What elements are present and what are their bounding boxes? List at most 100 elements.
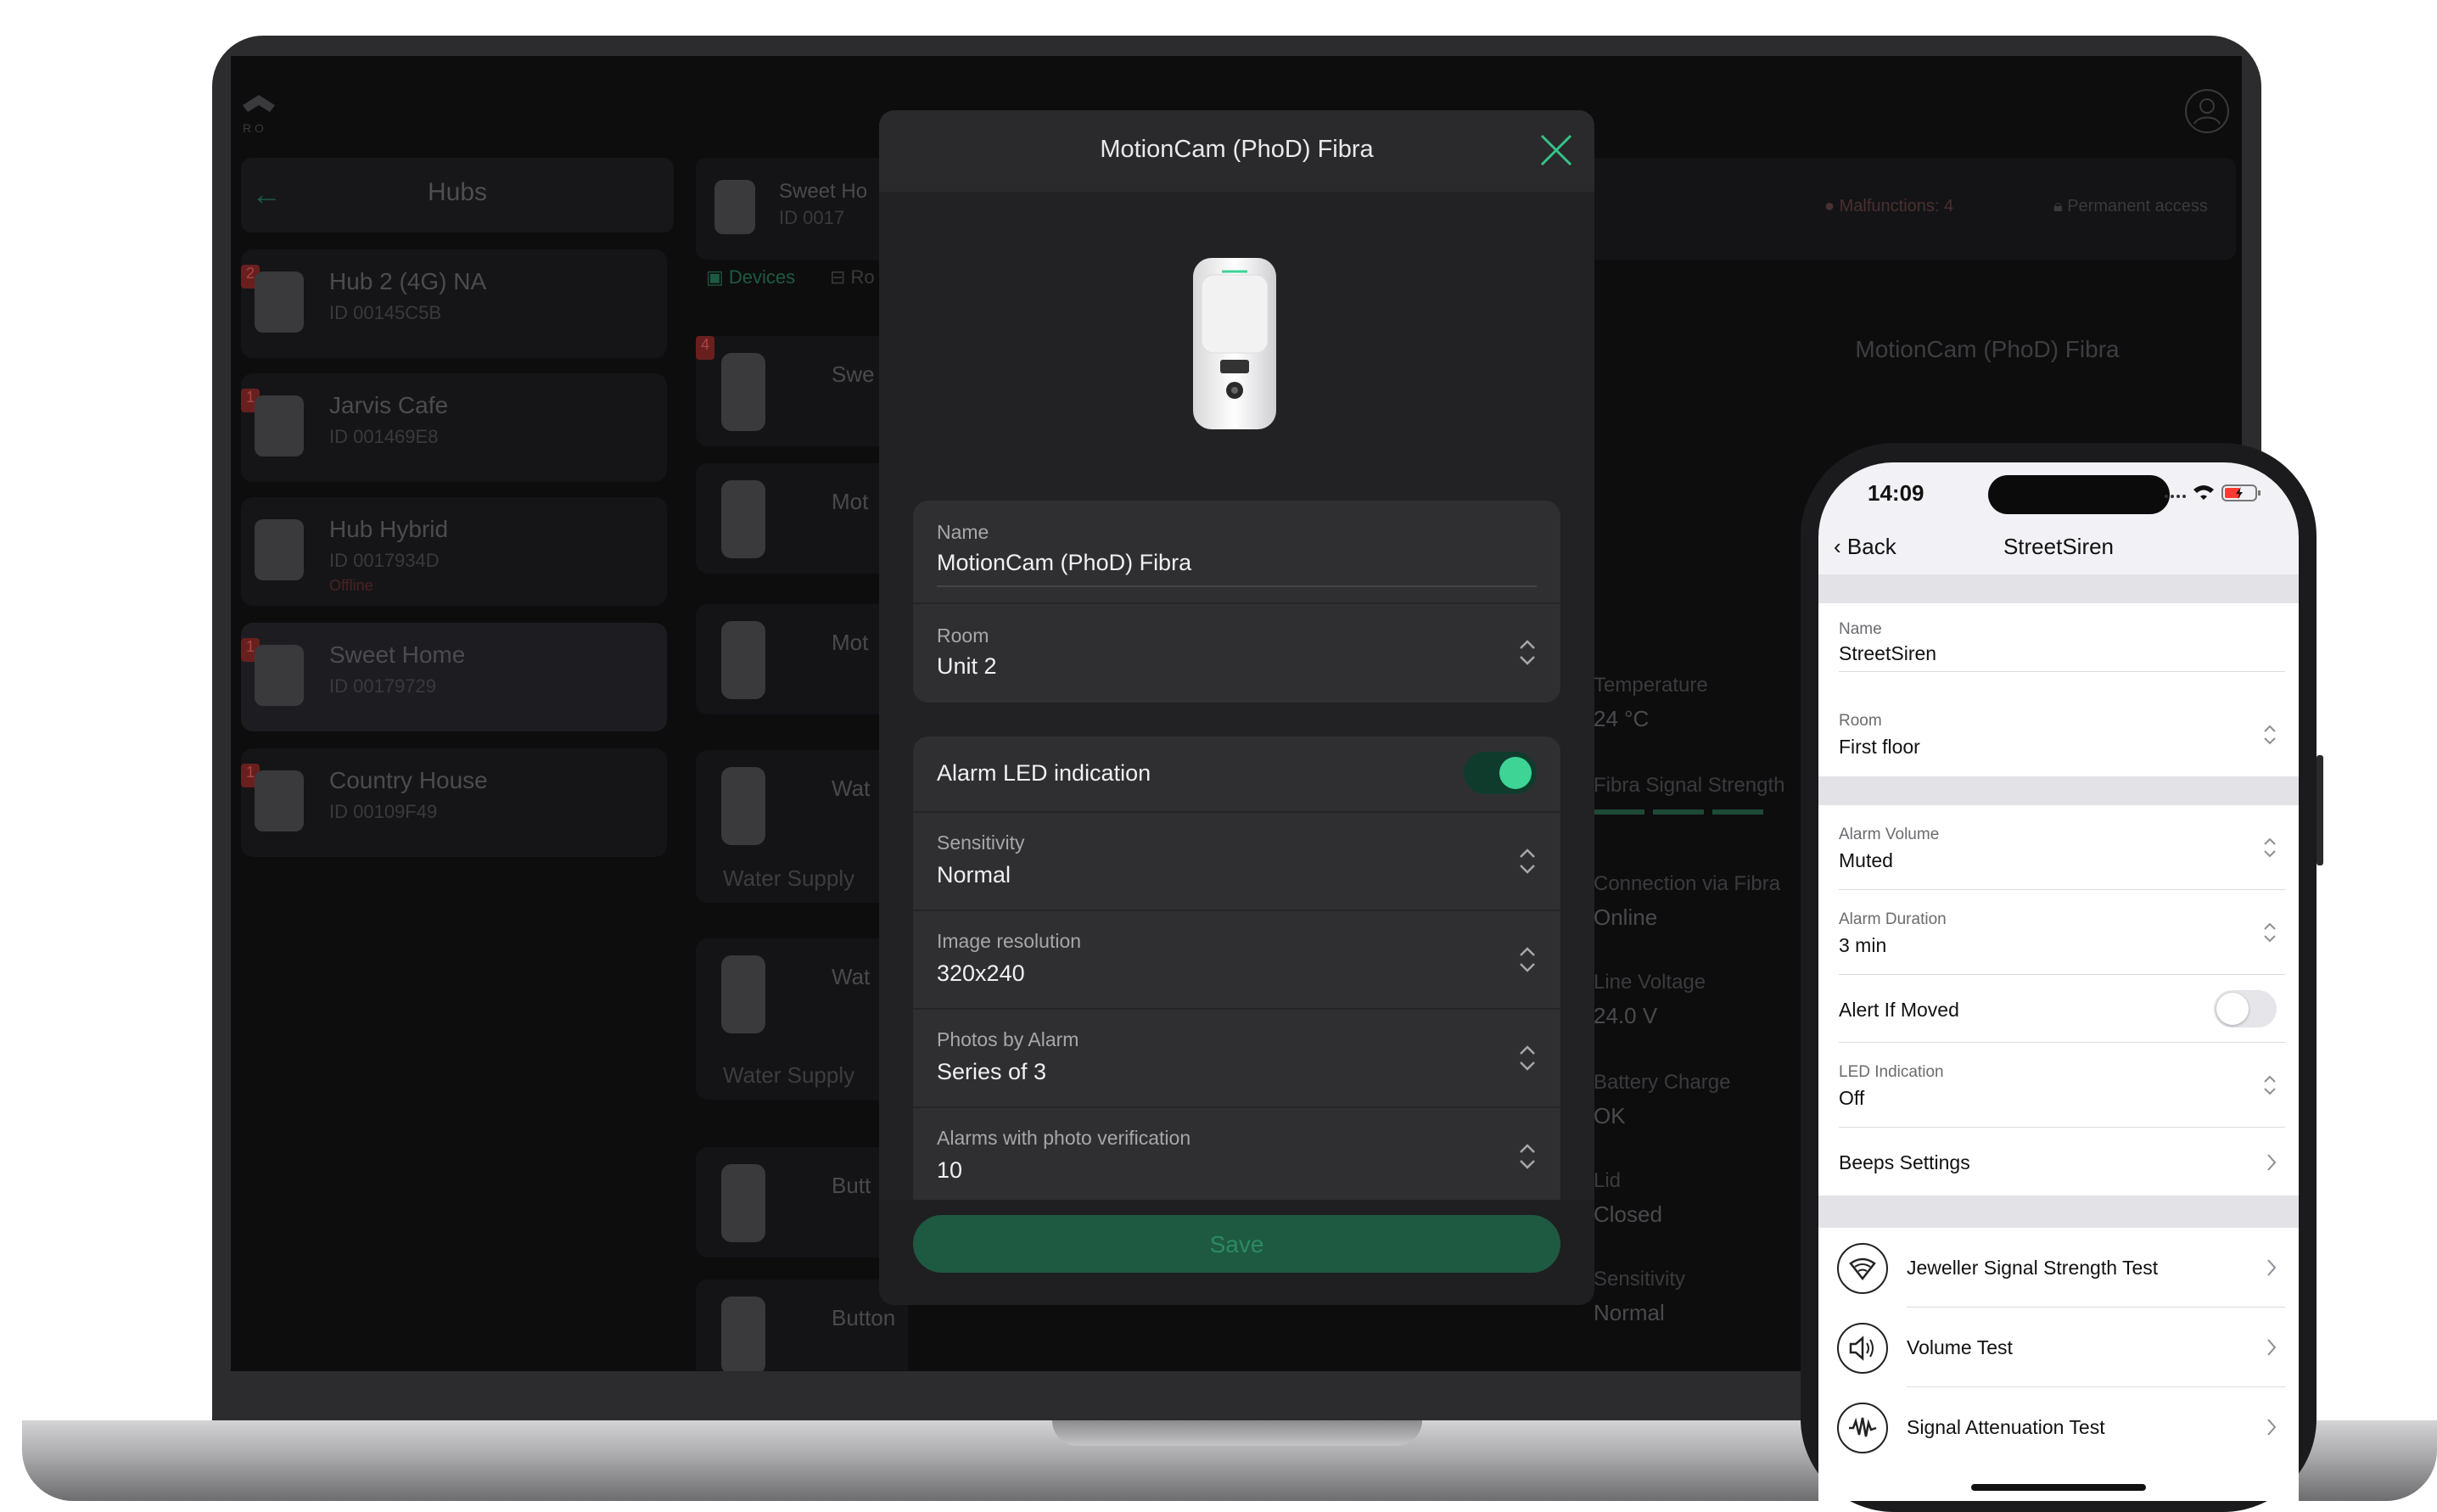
jeweller-test-link[interactable]: Jeweller Signal Strength Test xyxy=(1818,1228,2299,1308)
device-thumbnail xyxy=(721,1164,765,1242)
hub-card[interactable]: 1 Jarvis Cafe ID 001469E8 xyxy=(241,373,667,482)
chevron-right-icon xyxy=(2267,1419,2277,1436)
alert-if-moved-label: Alert If Moved xyxy=(1839,999,1959,1021)
hub-name: Sweet Home xyxy=(329,641,466,668)
chevron-updown-icon xyxy=(1520,640,1535,665)
alarm-led-label: Alarm LED indication xyxy=(937,760,1151,786)
save-button[interactable]: Save xyxy=(913,1215,1560,1273)
alarm-volume-select[interactable]: Alarm Volume Muted xyxy=(1818,805,2299,890)
detail-value: OK xyxy=(1594,1103,1626,1128)
chevron-right-icon xyxy=(2267,1154,2277,1171)
dynamic-island xyxy=(1988,475,2170,514)
image-resolution-value: 320x240 xyxy=(937,960,1025,986)
hub-thumbnail xyxy=(714,180,755,234)
device-card[interactable]: Button xyxy=(696,1280,908,1371)
alarm-led-row: Alarm LED indication xyxy=(913,736,1560,811)
device-card[interactable]: Wat Water Supply xyxy=(696,750,908,903)
detail-field: Connection via Fibra Online xyxy=(1594,872,1780,931)
device-card[interactable]: Butt xyxy=(696,1147,908,1257)
volume-test-link[interactable]: Volume Test xyxy=(1818,1308,2299,1387)
profile-icon[interactable] xyxy=(2184,88,2230,134)
device-thumbnail xyxy=(721,1296,765,1371)
chevron-updown-icon xyxy=(1520,1144,1535,1169)
device-card[interactable]: Mot xyxy=(696,463,908,574)
permanent-access-indicator[interactable]: 🔒︎ Permanent access xyxy=(2053,197,2208,216)
detail-value: 24 °C xyxy=(1594,706,1650,731)
alarm-led-toggle[interactable] xyxy=(1464,752,1537,794)
motioncam-device-image xyxy=(1193,258,1276,429)
detail-label: Battery Charge xyxy=(1594,1071,1731,1094)
modal-title: MotionCam (PhoD) Fibra xyxy=(1100,136,1374,163)
detail-value: Online xyxy=(1594,904,1658,930)
tab-rooms[interactable]: ⊟ Ro xyxy=(830,266,875,288)
device-name: Wat xyxy=(832,776,871,801)
device-card[interactable]: 4 Swe xyxy=(696,336,908,446)
detail-field: Lid Closed xyxy=(1594,1169,1662,1228)
photo-verification-label: Alarms with photo verification xyxy=(937,1127,1191,1149)
section-gap xyxy=(1818,776,2299,805)
detail-label: Sensitivity xyxy=(1594,1268,1686,1291)
device-name: Wat xyxy=(832,964,871,989)
hub-id: ID 0017 xyxy=(779,207,845,228)
device-name: Swe xyxy=(832,361,875,387)
room-select[interactable]: Room First floor xyxy=(1818,695,2299,776)
svg-text:R O: R O xyxy=(243,121,264,135)
chevron-updown-icon xyxy=(2264,922,2276,943)
close-icon[interactable] xyxy=(1537,131,1576,170)
name-field[interactable]: Name MotionCam (PhoD) Fibra xyxy=(913,501,1560,602)
photo-verification-select[interactable]: Alarms with photo verification 10 xyxy=(913,1108,1560,1205)
detail-field: Sensitivity Normal xyxy=(1594,1268,1685,1326)
hub-thumbnail xyxy=(255,519,304,580)
attenuation-test-link[interactable]: Signal Attenuation Test xyxy=(1818,1387,2299,1467)
phone-side-button xyxy=(2317,755,2323,865)
volume-test-label: Volume Test xyxy=(1907,1336,2013,1358)
detail-field: Battery Charge OK xyxy=(1594,1071,1730,1129)
name-field[interactable]: Name StreetSiren xyxy=(1818,603,2299,695)
hub-id: ID 00109F49 xyxy=(329,801,438,822)
hub-card[interactable]: 2 Hub 2 (4G) NA ID 00145C5B xyxy=(241,249,667,358)
malfunctions-indicator[interactable]: ● Malfunctions: 4 xyxy=(1824,197,1953,216)
hub-name: Hub 2 (4G) NA xyxy=(329,268,487,294)
room-value: First floor xyxy=(1839,736,1920,758)
chevron-updown-icon xyxy=(1520,947,1535,972)
chevron-updown-icon xyxy=(1520,848,1535,874)
status-time: 14:09 xyxy=(1868,480,1924,506)
home-indicator xyxy=(1971,1484,2146,1491)
photos-by-alarm-select[interactable]: Photos by Alarm Series of 3 xyxy=(913,1010,1560,1106)
device-thumbnail xyxy=(721,955,765,1033)
permanent-access-label: Permanent access xyxy=(2067,197,2208,216)
detail-field: Line Voltage 24.0 V xyxy=(1594,971,1706,1029)
alarm-duration-select[interactable]: Alarm Duration 3 min xyxy=(1818,890,2299,975)
hub-card[interactable]: 1 Country House ID 00109F49 xyxy=(241,748,667,857)
chevron-right-icon xyxy=(2267,1339,2277,1356)
malfunctions-label: Malfunctions: 4 xyxy=(1839,197,1954,216)
beeps-settings-link[interactable]: Beeps Settings xyxy=(1818,1128,2299,1196)
alert-if-moved-row: Alert If Moved xyxy=(1818,975,2299,1043)
room-label: Room xyxy=(937,624,989,647)
hub-id: ID 00179729 xyxy=(329,675,436,697)
detail-field: Fibra Signal Strength xyxy=(1594,774,1784,816)
sensitivity-select[interactable]: Sensitivity Normal xyxy=(913,813,1560,910)
hub-name: Country House xyxy=(329,767,488,793)
hub-status: Offline xyxy=(329,577,373,594)
led-indication-label: LED Indication xyxy=(1839,1063,1944,1081)
chevron-updown-icon xyxy=(2264,725,2276,745)
modal-header: MotionCam (PhoD) Fibra xyxy=(879,110,1594,192)
detail-field: Temperature 24 °C xyxy=(1594,674,1708,732)
hub-card[interactable]: Hub Hybrid ID 0017934D Offline xyxy=(241,497,667,606)
device-card[interactable]: Mot xyxy=(696,604,908,714)
hubs-header: ← Hubs xyxy=(241,158,674,232)
status-bar-icons xyxy=(2165,484,2261,501)
hub-card-selected[interactable]: 1 Sweet Home ID 00179729 xyxy=(241,623,667,731)
image-resolution-select[interactable]: Image resolution 320x240 xyxy=(913,911,1560,1008)
hub-thumbnail xyxy=(255,645,304,706)
laptop-trackpad-notch xyxy=(1052,1420,1422,1446)
device-card[interactable]: Wat Water Supply xyxy=(696,938,908,1100)
alarm-duration-label: Alarm Duration xyxy=(1839,910,1947,928)
led-indication-select[interactable]: LED Indication Off xyxy=(1818,1043,2299,1128)
detail-value: Closed xyxy=(1594,1201,1662,1227)
hub-id: ID 0017934D xyxy=(329,550,440,571)
alert-if-moved-toggle[interactable] xyxy=(2214,990,2277,1028)
tab-devices[interactable]: ▣ Devices xyxy=(706,266,795,288)
room-select[interactable]: Room Unit 2 xyxy=(913,604,1560,703)
